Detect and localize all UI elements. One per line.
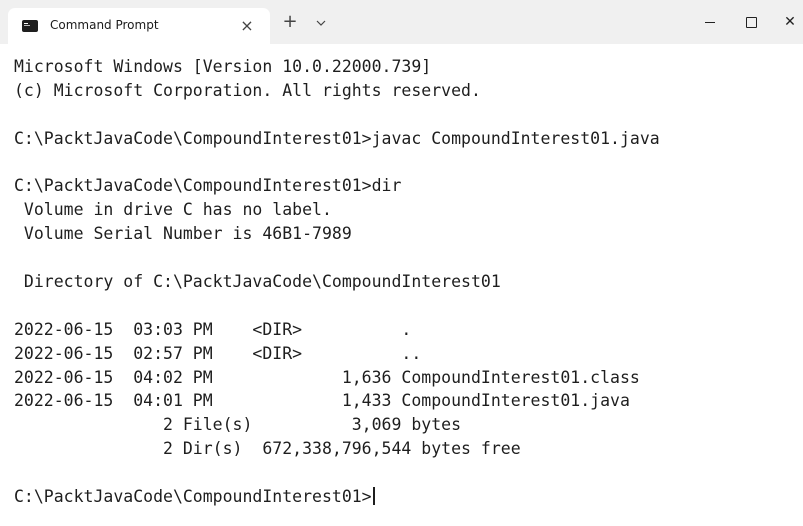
terminal-line: Volume Serial Number is 46B1-7989 bbox=[14, 224, 352, 244]
minimize-button[interactable] bbox=[690, 8, 730, 36]
terminal-line: (c) Microsoft Corporation. All rights re… bbox=[14, 80, 481, 100]
terminal-line: C:\PacktJavaCode\CompoundInterest01>java… bbox=[14, 128, 660, 148]
text-cursor bbox=[372, 487, 375, 506]
terminal-prompt-line[interactable]: C:\PacktJavaCode\CompoundInterest01> bbox=[14, 485, 799, 509]
maximize-icon bbox=[745, 16, 757, 28]
chevron-down-icon bbox=[316, 20, 326, 26]
terminal-output[interactable]: Microsoft Windows [Version 10.0.22000.73… bbox=[14, 55, 799, 509]
prompt-text: C:\PacktJavaCode\CompoundInterest01> bbox=[14, 487, 372, 507]
terminal-line: 2022-06-15 04:01 PM 1,433 CompoundIntere… bbox=[14, 391, 630, 411]
terminal-line: Directory of C:\PacktJavaCode\CompoundIn… bbox=[14, 272, 501, 292]
new-tab-button[interactable]: + bbox=[279, 11, 301, 33]
close-icon: ✕ bbox=[784, 14, 796, 30]
terminal-line: 2022-06-15 03:03 PM <DIR> . bbox=[14, 319, 412, 339]
close-button[interactable]: ✕ bbox=[770, 8, 803, 36]
command-prompt-icon bbox=[22, 20, 38, 32]
maximize-button[interactable] bbox=[731, 8, 771, 36]
tab-dropdown-button[interactable] bbox=[312, 11, 330, 33]
terminal-line: 2 File(s) 3,069 bytes bbox=[14, 415, 462, 435]
title-bar: Command Prompt × + ✕ bbox=[0, 0, 803, 44]
tab-title: Command Prompt bbox=[50, 18, 159, 32]
terminal-line: Microsoft Windows [Version 10.0.22000.73… bbox=[14, 57, 432, 76]
terminal-line: C:\PacktJavaCode\CompoundInterest01>dir bbox=[14, 176, 402, 196]
minimize-icon bbox=[705, 21, 715, 23]
terminal-line: 2022-06-15 04:02 PM 1,636 CompoundIntere… bbox=[14, 367, 640, 387]
tab-close-icon[interactable]: × bbox=[236, 15, 258, 37]
terminal-line: Volume in drive C has no label. bbox=[14, 200, 332, 220]
terminal-line: 2 Dir(s) 672,338,796,544 bytes free bbox=[14, 439, 521, 459]
tab-command-prompt[interactable]: Command Prompt × bbox=[8, 8, 270, 44]
plus-icon: + bbox=[282, 11, 298, 32]
terminal-line: 2022-06-15 02:57 PM <DIR> .. bbox=[14, 343, 422, 363]
